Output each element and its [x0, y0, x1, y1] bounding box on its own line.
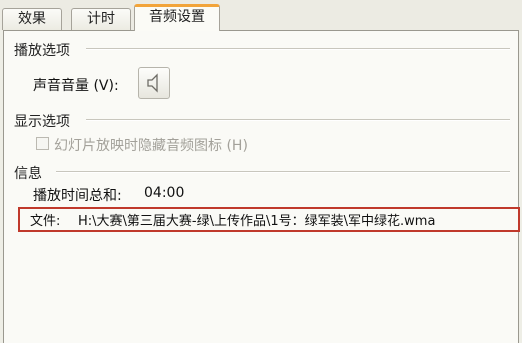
total-time-value: 04:00: [144, 185, 185, 201]
section-divider: [86, 48, 510, 50]
file-path: H:\大赛\第三届大赛-绿\上传作品\1号：绿军装\军中绿花.wma: [78, 214, 436, 229]
tab-label: 效果: [18, 11, 46, 27]
total-time-label: 播放时间总和:: [33, 188, 122, 204]
hide-audio-icon-label: 幻灯片放映时隐藏音频图标 (H): [54, 138, 248, 154]
tab-label: 音频设置: [149, 9, 205, 25]
hide-audio-icon-checkbox[interactable]: [36, 137, 49, 150]
section-divider: [86, 119, 510, 121]
section-divider: [56, 171, 510, 173]
tab-timing[interactable]: 计时: [71, 8, 131, 30]
speaker-icon: [147, 73, 158, 93]
tab-effects[interactable]: 效果: [2, 8, 62, 30]
tab-label: 计时: [87, 11, 115, 27]
tab-audio-settings[interactable]: 音频设置: [134, 4, 220, 31]
file-label: 文件:: [30, 214, 61, 229]
volume-label: 声音音量 (V):: [33, 78, 119, 94]
tab-strip: 效果 计时 音频设置: [0, 0, 522, 31]
display-section-title: 显示选项: [14, 114, 70, 130]
info-section-title: 信息: [14, 166, 42, 182]
volume-button[interactable]: [138, 67, 170, 99]
playback-section-title: 播放选项: [14, 43, 70, 59]
